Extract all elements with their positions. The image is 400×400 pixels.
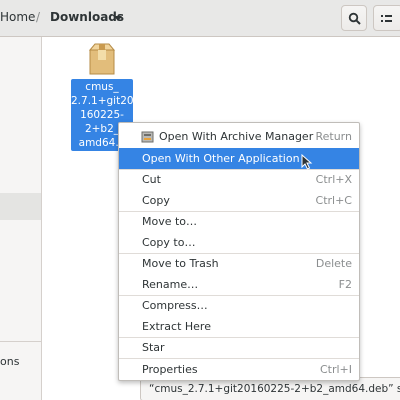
sidebar-item-selected[interactable]: [0, 193, 41, 220]
menu-item-label: Open With Other Application: [142, 152, 300, 165]
menu-item-label: Compress…: [142, 299, 208, 312]
menu-item-move-to[interactable]: Move to…: [119, 211, 359, 232]
menu-item-label: Cut: [142, 173, 161, 186]
menu-item-label: Copy to…: [142, 236, 196, 249]
file-name-line: cmus_: [85, 81, 119, 93]
menu-item-cut[interactable]: Cut Ctrl+X: [119, 169, 359, 190]
sidebar-item-other-locations[interactable]: ons: [0, 355, 19, 368]
context-menu: Open With Archive Manager Return Open Wi…: [118, 122, 360, 381]
sidebar-divider: [0, 341, 41, 342]
breadcrumb-home[interactable]: Home: [0, 10, 35, 24]
chevron-down-icon[interactable]: [114, 16, 122, 21]
menu-item-label: Open With Archive Manager: [159, 130, 314, 143]
header-bar: Home / Downloads: [0, 0, 400, 37]
menu-item-accel: Delete: [315, 257, 352, 270]
menu-item-move-to-trash[interactable]: Move to Trash Delete: [119, 253, 359, 274]
menu-item-star[interactable]: Star: [119, 337, 359, 358]
menu-item-label: Star: [142, 341, 165, 354]
menu-item-copy-to[interactable]: Copy to…: [119, 232, 359, 253]
search-button[interactable]: [341, 5, 367, 31]
archive-manager-icon: [141, 131, 154, 143]
mouse-pointer-icon: [301, 154, 313, 170]
menu-item-open-archive-manager[interactable]: Open With Archive Manager Return: [119, 126, 359, 147]
menu-item-accel: Ctrl+X: [315, 173, 352, 186]
menu-item-compress[interactable]: Compress…: [119, 295, 359, 316]
menu-item-label: Properties: [142, 363, 198, 376]
view-toggle-button[interactable]: [373, 5, 400, 31]
file-name-line: 160225-: [80, 109, 124, 121]
menu-item-accel: Ctrl+C: [315, 194, 352, 207]
breadcrumb-current[interactable]: Downloads: [50, 10, 124, 24]
menu-item-label: Move to Trash: [142, 257, 219, 270]
sidebar: ons: [0, 37, 42, 400]
menu-item-label: Extract Here: [142, 320, 211, 333]
menu-item-properties[interactable]: Properties Ctrl+I: [119, 359, 359, 380]
menu-item-accel: F2: [338, 278, 352, 291]
menu-item-extract-here[interactable]: Extract Here: [119, 316, 359, 337]
menu-item-open-other-application[interactable]: Open With Other Application: [119, 148, 359, 169]
breadcrumb-separator: /: [36, 10, 41, 24]
menu-item-copy[interactable]: Copy Ctrl+C: [119, 190, 359, 211]
menu-item-label: Copy: [142, 194, 170, 207]
archive-package-icon[interactable]: [87, 42, 117, 76]
menu-item-accel: Ctrl+I: [319, 363, 352, 376]
menu-item-accel: Return: [315, 130, 352, 143]
file-name-line: 2.7.1+git20: [71, 95, 133, 107]
search-icon: [348, 12, 361, 25]
menu-item-label: Rename…: [142, 278, 199, 291]
list-view-icon: [381, 15, 392, 22]
menu-item-rename[interactable]: Rename… F2: [119, 274, 359, 295]
menu-item-label: Move to…: [142, 215, 198, 228]
